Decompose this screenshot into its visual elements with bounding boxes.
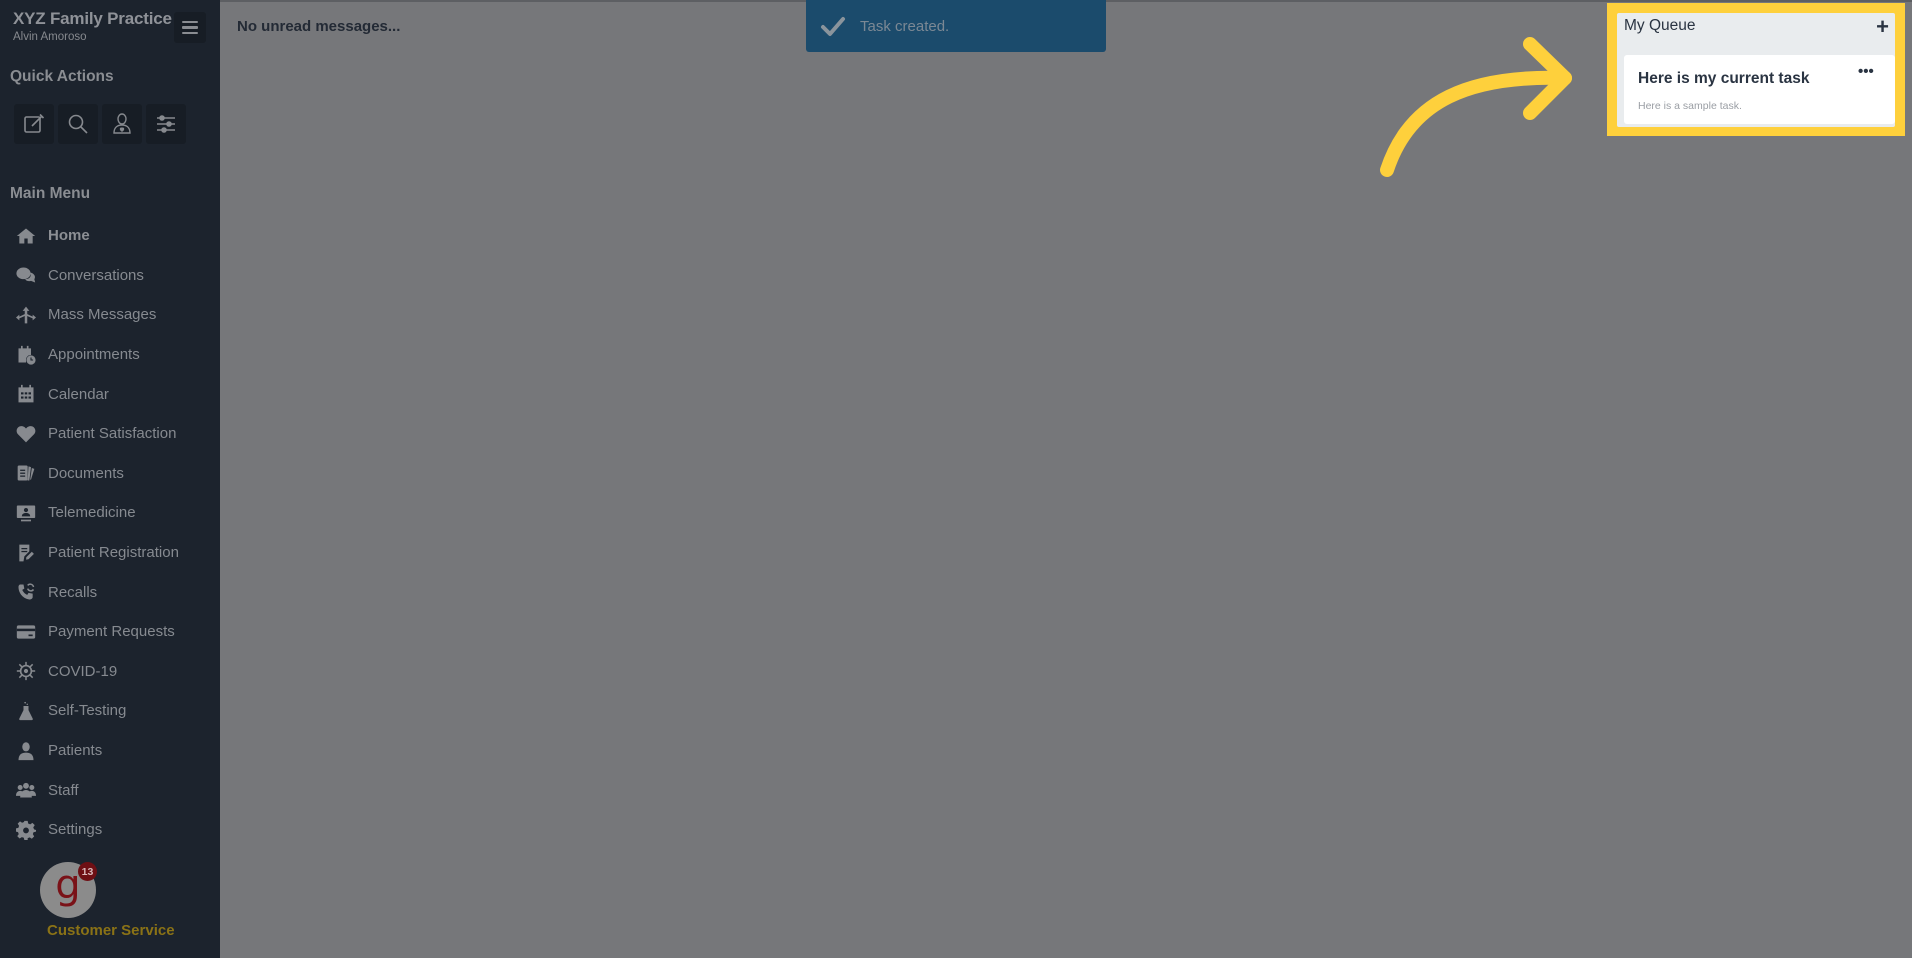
sliders-icon	[157, 115, 175, 133]
split-arrows-icon	[14, 303, 38, 327]
sidebar-item-label: Payment Requests	[48, 623, 175, 641]
main-menu-title: Main Menu	[10, 185, 91, 202]
documents-icon	[14, 461, 38, 485]
hamburger-icon-bar	[182, 31, 198, 35]
task-card[interactable]: Here is my current task ••• Here is a sa…	[1624, 55, 1895, 124]
sidebar-item-patients[interactable]: Patients	[0, 731, 220, 771]
notification-badge: 13	[78, 862, 97, 881]
sidebar-item-appointments[interactable]: Appointments	[0, 335, 220, 375]
sidebar-item-payment-requests[interactable]: Payment Requests	[0, 612, 220, 652]
sidebar-item-label: Self-Testing	[48, 702, 127, 720]
search-icon	[68, 114, 88, 134]
hamburger-icon	[182, 20, 198, 24]
patient-icon	[113, 113, 131, 134]
user-name: Alvin Amoroso	[13, 31, 87, 43]
registration-icon	[14, 541, 38, 565]
credit-card-icon	[14, 620, 38, 644]
calendar-icon	[14, 382, 38, 406]
patient-icon	[14, 739, 38, 763]
toast-notification: Task created.	[806, 0, 1106, 52]
practice-name: XYZ Family Practice	[13, 9, 172, 28]
customer-service-link[interactable]: Customer Service	[47, 922, 175, 939]
logo-letter: g	[55, 862, 81, 908]
quick-actions-title: Quick Actions	[10, 68, 114, 85]
monitor-user-icon	[14, 501, 38, 525]
unread-messages-status: No unread messages...	[237, 18, 401, 35]
sidebar-item-label: Staff	[48, 781, 79, 799]
toast-message: Task created.	[860, 17, 950, 35]
annotation-arrow-icon	[1380, 37, 1572, 177]
add-task-button[interactable]: +	[1876, 14, 1889, 40]
my-queue-panel: My Queue + Here is my current task ••• H…	[1617, 13, 1895, 127]
quick-action-settings-button[interactable]	[146, 104, 186, 144]
check-icon	[821, 17, 845, 36]
quick-action-search-button[interactable]	[58, 104, 98, 144]
calendar-clock-icon	[14, 343, 38, 367]
chat-icon	[14, 263, 38, 287]
sidebar-item-label: COVID-19	[48, 662, 118, 680]
sidebar-item-label: Mass Messages	[48, 306, 157, 324]
hamburger-icon-bar	[182, 26, 198, 29]
sidebar-item-label: Conversations	[48, 266, 144, 284]
sidebar-item-conversations[interactable]: Conversations	[0, 256, 220, 296]
sidebar-item-label: Telemedicine	[48, 504, 136, 522]
compose-icon	[24, 113, 45, 133]
flask-icon	[14, 699, 38, 723]
sidebar-item-label: Settings	[48, 821, 103, 839]
sidebar-item-label: Home	[48, 227, 90, 245]
sidebar-item-recalls[interactable]: Recalls	[0, 572, 220, 612]
quick-action-compose-button[interactable]	[14, 104, 54, 144]
staff-icon	[14, 778, 38, 802]
sidebar-item-covid-19[interactable]: COVID-19	[0, 652, 220, 692]
sidebar-item-label: Patient Registration	[48, 544, 179, 562]
home-icon	[14, 224, 38, 248]
sidebar-item-telemedicine[interactable]: Telemedicine	[0, 493, 220, 533]
main-menu: Home Conversations Mass Messages Appoint…	[0, 216, 220, 850]
sidebar-item-label: Calendar	[48, 385, 109, 403]
sidebar-item-patient-registration[interactable]: Patient Registration	[0, 533, 220, 573]
more-options-icon[interactable]: •••	[1858, 63, 1874, 80]
gear-icon	[14, 818, 38, 842]
sidebar-item-label: Patients	[48, 742, 103, 760]
sidebar-item-settings[interactable]: Settings	[0, 810, 220, 850]
sidebar-item-documents[interactable]: Documents	[0, 454, 220, 494]
sidebar-item-patient-satisfaction[interactable]: Patient Satisfaction	[0, 414, 220, 454]
phone-refresh-icon	[14, 580, 38, 604]
menu-toggle-button[interactable]	[174, 12, 206, 43]
sidebar-item-label: Appointments	[48, 346, 140, 364]
sidebar-item-staff[interactable]: Staff	[0, 770, 220, 810]
quick-actions	[14, 104, 186, 144]
queue-title: My Queue	[1624, 17, 1696, 34]
sidebar: XYZ Family Practice Alvin Amoroso Quick …	[0, 0, 220, 958]
heart-icon	[14, 422, 38, 446]
virus-icon	[14, 659, 38, 683]
sidebar-item-mass-messages[interactable]: Mass Messages	[0, 295, 220, 335]
sidebar-item-label: Documents	[48, 464, 124, 482]
sidebar-item-home[interactable]: Home	[0, 216, 220, 256]
task-description: Here is a sample task.	[1638, 100, 1742, 112]
sidebar-item-calendar[interactable]: Calendar	[0, 374, 220, 414]
quick-action-patient-button[interactable]	[102, 104, 142, 144]
task-title: Here is my current task	[1638, 70, 1810, 87]
sidebar-item-label: Recalls	[48, 583, 98, 601]
sidebar-item-label: Patient Satisfaction	[48, 425, 177, 443]
sidebar-item-self-testing[interactable]: Self-Testing	[0, 691, 220, 731]
